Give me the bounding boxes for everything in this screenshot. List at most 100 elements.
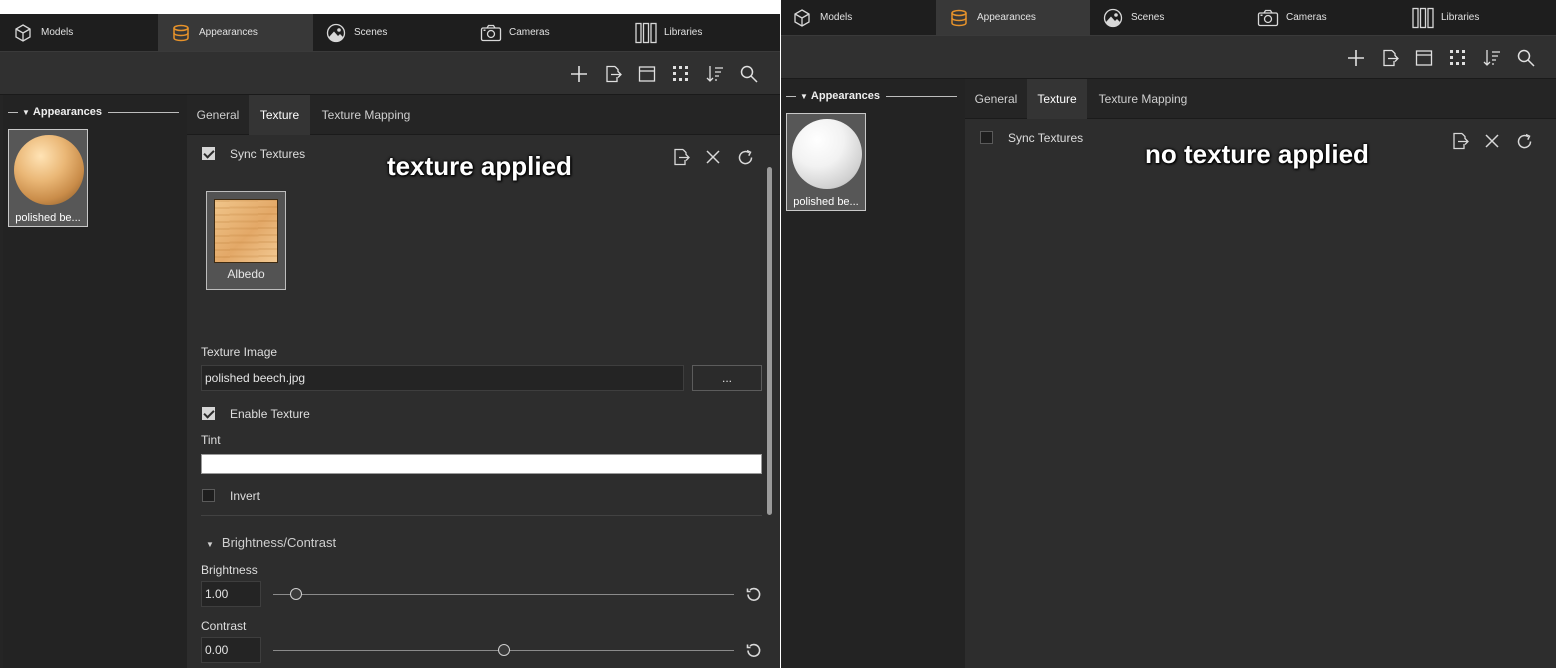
- invert-checkbox[interactable]: [202, 489, 215, 502]
- tab-models[interactable]: Models: [781, 0, 936, 35]
- appearances-sidebar: ▼ Appearances polished be...: [781, 79, 965, 668]
- appearance-thumbnail[interactable]: polished be...: [8, 129, 88, 227]
- texture-image-label: Texture Image: [201, 345, 278, 359]
- contrast-input[interactable]: 0.00: [201, 637, 261, 663]
- cube-icon: [12, 22, 34, 44]
- sidebar-header[interactable]: ▼ Appearances: [8, 105, 179, 119]
- search-icon[interactable]: [739, 64, 759, 84]
- contrast-slider-handle[interactable]: [497, 644, 510, 656]
- tint-color-swatch[interactable]: [201, 454, 762, 474]
- tab-appearances[interactable]: Appearances: [158, 14, 313, 51]
- libraries-icon: [635, 22, 657, 44]
- tab-label: Libraries: [664, 27, 703, 38]
- texture-swatch: [214, 199, 278, 263]
- tab-texture[interactable]: Texture: [1027, 79, 1087, 119]
- tab-models[interactable]: Models: [0, 14, 158, 51]
- add-icon[interactable]: [1346, 48, 1366, 68]
- tab-appearances[interactable]: Appearances: [936, 0, 1090, 35]
- camera-icon: [480, 22, 502, 44]
- refresh-icon[interactable]: [735, 147, 755, 167]
- appearances-sidebar: ▼ Appearances polished be...: [3, 95, 187, 668]
- section-divider: [201, 515, 762, 516]
- thumbnail-label: polished be...: [793, 196, 859, 208]
- sync-textures-label: Sync Textures: [1008, 131, 1084, 145]
- tab-libraries[interactable]: Libraries: [1400, 0, 1556, 35]
- layout-icon[interactable]: [637, 64, 657, 84]
- reset-icon[interactable]: [743, 584, 763, 604]
- thumbnail-label: polished be...: [15, 212, 81, 224]
- overlay-caption: texture applied: [387, 151, 572, 181]
- tint-label: Tint: [201, 433, 221, 447]
- sidebar-header[interactable]: ▼ Appearances: [786, 89, 957, 103]
- scene-icon: [325, 22, 347, 44]
- export-icon[interactable]: [603, 64, 623, 84]
- tab-label: Libraries: [1441, 12, 1480, 23]
- tab-texture[interactable]: Texture: [249, 95, 310, 135]
- reset-icon[interactable]: [743, 640, 763, 660]
- sync-textures-checkbox[interactable]: [202, 147, 215, 160]
- tab-general[interactable]: General: [965, 79, 1027, 119]
- vertical-scrollbar[interactable]: [767, 167, 772, 515]
- camera-icon: [1257, 7, 1279, 29]
- tab-label: Scenes: [1131, 12, 1165, 23]
- texture-image-field[interactable]: polished beech.jpg: [201, 365, 684, 391]
- tab-cameras[interactable]: Cameras: [468, 14, 623, 51]
- browse-button[interactable]: ...: [692, 365, 762, 391]
- tab-scenes[interactable]: Scenes: [1090, 0, 1245, 35]
- appearances-panel-texture-applied: Models Appearances Scenes Cameras Librar…: [0, 14, 780, 668]
- caret-down-icon: ▼: [800, 91, 808, 101]
- cube-icon: [791, 7, 813, 29]
- close-icon[interactable]: [1482, 131, 1502, 151]
- brightness-slider-track[interactable]: [273, 594, 734, 595]
- tab-label: Cameras: [509, 27, 550, 38]
- toolbar: [0, 51, 780, 95]
- main-tab-bar: Models Appearances Scenes Cameras Librar…: [781, 0, 1556, 35]
- grid-select-icon[interactable]: [671, 64, 691, 84]
- add-icon[interactable]: [569, 64, 589, 84]
- tab-label: Cameras: [1286, 12, 1327, 23]
- grid-select-icon[interactable]: [1448, 48, 1468, 68]
- tab-general[interactable]: General: [187, 95, 249, 135]
- sidebar-title: Appearances: [810, 90, 881, 102]
- close-icon[interactable]: [703, 147, 723, 167]
- property-tabs: General Texture Texture Mapping: [965, 79, 1556, 119]
- tab-label: Appearances: [977, 12, 1036, 23]
- tab-label: Scenes: [354, 27, 388, 38]
- sidebar-title: Appearances: [32, 106, 103, 118]
- sync-textures-checkbox[interactable]: [980, 131, 993, 144]
- albedo-texture-slot[interactable]: Albedo: [206, 191, 286, 290]
- brightness-contrast-section[interactable]: ▼ Brightness/Contrast: [206, 535, 336, 550]
- tab-libraries[interactable]: Libraries: [623, 14, 780, 51]
- layout-icon[interactable]: [1414, 48, 1434, 68]
- export-icon[interactable]: [1450, 131, 1470, 151]
- tab-texture-mapping[interactable]: Texture Mapping: [1087, 79, 1199, 119]
- tab-texture-mapping[interactable]: Texture Mapping: [310, 95, 422, 135]
- appearance-thumbnail[interactable]: polished be...: [786, 113, 866, 211]
- tab-label: Models: [41, 27, 74, 38]
- scene-icon: [1102, 7, 1124, 29]
- tab-scenes[interactable]: Scenes: [313, 14, 468, 51]
- export-icon[interactable]: [671, 147, 691, 167]
- sort-icon[interactable]: [1482, 48, 1502, 68]
- export-icon[interactable]: [1380, 48, 1400, 68]
- libraries-icon: [1412, 7, 1434, 29]
- property-content: General Texture Texture Mapping Sync Tex…: [965, 79, 1556, 668]
- sync-textures-label: Sync Textures: [230, 147, 306, 161]
- texture-slot-label: Albedo: [227, 267, 265, 281]
- brightness-slider-handle[interactable]: [290, 588, 303, 600]
- tab-label: Models: [820, 12, 853, 23]
- brightness-input[interactable]: 1.00: [201, 581, 261, 607]
- property-tabs: General Texture Texture Mapping: [187, 95, 780, 135]
- search-icon[interactable]: [1516, 48, 1536, 68]
- invert-label: Invert: [230, 489, 261, 503]
- enable-texture-checkbox[interactable]: [202, 407, 215, 420]
- enable-texture-label: Enable Texture: [230, 407, 310, 421]
- caret-down-icon: ▼: [206, 540, 214, 549]
- tab-label: Appearances: [199, 27, 258, 38]
- overlay-caption: no texture applied: [1145, 139, 1369, 169]
- white-sphere-preview: [792, 119, 862, 189]
- tab-cameras[interactable]: Cameras: [1245, 0, 1400, 35]
- sort-icon[interactable]: [705, 64, 725, 84]
- main-tab-bar: Models Appearances Scenes Cameras Librar…: [0, 14, 780, 51]
- refresh-icon[interactable]: [1514, 131, 1534, 151]
